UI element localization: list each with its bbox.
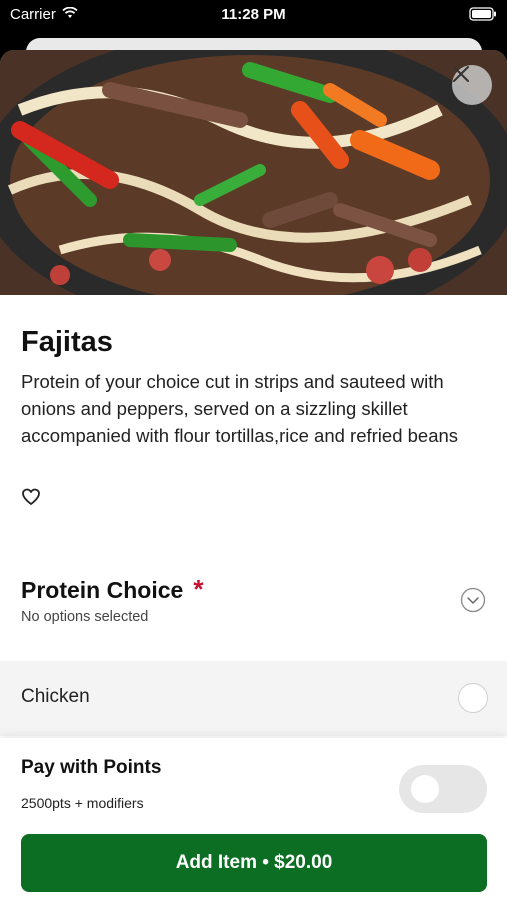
chevron-down-icon	[460, 587, 486, 613]
bottom-action-bar: Pay with Points 2500pts + modifiers Add …	[0, 738, 507, 900]
close-button[interactable]	[452, 65, 492, 105]
modifier-option-chicken[interactable]: Chicken	[0, 661, 507, 736]
heart-icon	[22, 488, 40, 505]
status-bar: Carrier 11:28 PM	[0, 0, 507, 30]
collapse-toggle[interactable]	[460, 587, 486, 618]
favorite-button[interactable]	[21, 488, 41, 511]
item-detail-sheet: Fajitas Protein of your choice cut in st…	[0, 50, 507, 900]
status-time: 11:28 PM	[221, 6, 286, 23]
modifier-group-label: Protein Choice	[21, 577, 184, 603]
option-radio[interactable]	[458, 683, 488, 713]
pay-with-points-title: Pay with Points	[21, 757, 162, 778]
battery-icon	[469, 7, 497, 25]
modifier-group-title: Protein Choice *	[21, 574, 203, 605]
modifier-group-subtitle: No options selected	[21, 609, 149, 625]
item-description: Protein of your choice cut in strips and…	[21, 371, 459, 446]
toggle-knob	[411, 775, 439, 803]
item-photo	[0, 50, 507, 295]
required-marker: *	[193, 574, 204, 604]
add-item-button[interactable]: Add Item • $20.00	[21, 834, 487, 892]
pay-with-points-toggle[interactable]	[399, 765, 487, 813]
option-label: Chicken	[21, 686, 90, 707]
item-title: Fajitas	[21, 326, 113, 358]
close-icon	[453, 66, 469, 82]
pay-with-points-subtitle: 2500pts + modifiers	[21, 795, 144, 811]
